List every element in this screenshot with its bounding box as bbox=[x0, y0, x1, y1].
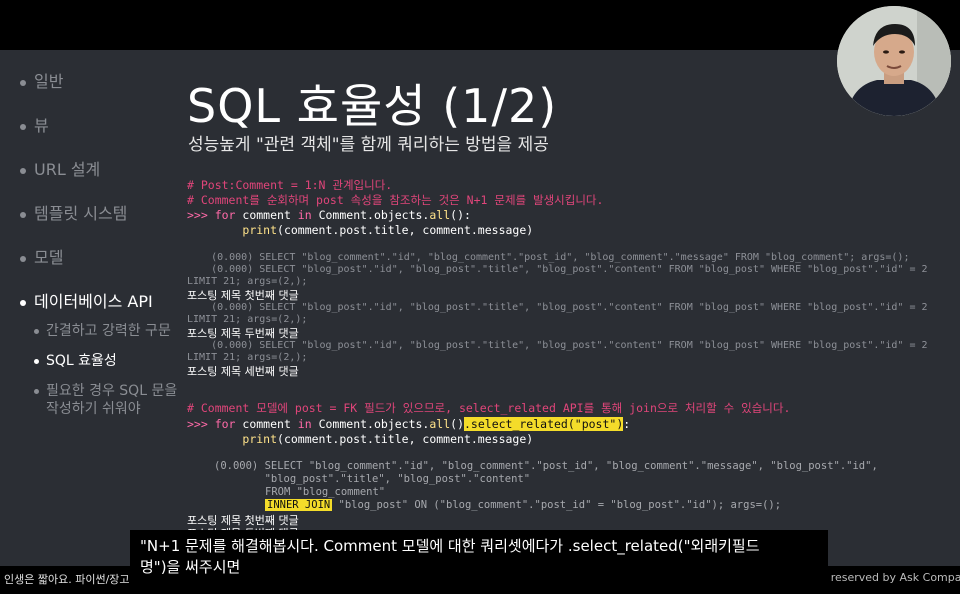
sidebar-subitem-label-line2: 작성하기 쉬워야 bbox=[46, 401, 141, 417]
sql-log-line: (0.000) SELECT "blog_post"."id", "blog_p… bbox=[187, 302, 928, 313]
page-subtitle: 성능높게 "관련 객체"를 함께 쿼리하는 방법을 제공 bbox=[188, 135, 549, 155]
code-comment-line: # Comment를 순회하며 post 속성을 참조하는 것은 N+1 문제를… bbox=[187, 193, 604, 207]
bullet-icon bbox=[20, 123, 26, 130]
sidebar-subitem-label: 간결하고 강력한 구문 bbox=[46, 323, 171, 339]
sidebar-item-label: 뷰 bbox=[34, 116, 49, 135]
bullet-icon bbox=[20, 211, 26, 218]
code-print-line: print(comment.post.title, comment.messag… bbox=[242, 432, 534, 446]
sidebar-item-label: 데이터베이스 API bbox=[34, 292, 153, 311]
bullet-icon bbox=[20, 299, 26, 306]
slide: 일반 뷰 URL 설계 템플릿 시스템 모델 데이터베이스 API 간결하고 강… bbox=[0, 50, 960, 572]
select-related-highlight: .select_related("post") bbox=[464, 417, 624, 431]
sidebar-subitem-concise-syntax[interactable]: 간결하고 강력한 구문 bbox=[34, 322, 171, 340]
bullet-icon bbox=[20, 167, 26, 174]
sidebar-subitem-raw-sql[interactable]: 필요한 경우 SQL 문을 작성하기 쉬워야 bbox=[34, 382, 177, 418]
sql-log-line: (0.000) SELECT "blog_comment"."id", "blo… bbox=[214, 460, 878, 472]
sql-log-line: INNER JOIN "blog_post" ON ("blog_comment… bbox=[265, 499, 782, 511]
top-bar bbox=[0, 0, 960, 50]
sql-log-line: (0.000) SELECT "blog_post"."id", "blog_p… bbox=[187, 340, 928, 351]
sql-log-line: FROM "blog_comment" bbox=[265, 486, 386, 498]
sidebar-item-label: URL 설계 bbox=[34, 160, 101, 179]
sidebar-subitem-sql-efficiency[interactable]: SQL 효율성 bbox=[34, 352, 117, 370]
sidebar-item-label: 모델 bbox=[34, 248, 64, 267]
sidebar-subitem-label: SQL 효율성 bbox=[46, 353, 117, 369]
presenter-avatar-icon bbox=[837, 6, 951, 116]
code-for-line: >>> for comment in Comment.objects.all()… bbox=[187, 208, 471, 222]
sidebar-item-label: 템플릿 시스템 bbox=[34, 204, 128, 223]
bullet-icon bbox=[34, 388, 39, 394]
sidebar-subitem-label-line1: 필요한 경우 SQL 문을 bbox=[46, 383, 178, 399]
sql-log-line: "blog_post"."title", "blog_post"."conten… bbox=[214, 473, 531, 485]
bullet-icon bbox=[20, 255, 26, 262]
sidebar-item-database-api[interactable]: 데이터베이스 API bbox=[20, 288, 153, 312]
output-line: 포스팅 제목 두번째 댓글 bbox=[187, 327, 299, 340]
sidebar-item-general[interactable]: 일반 bbox=[20, 68, 63, 92]
output-line: 포스팅 제목 첫번째 댓글 bbox=[187, 289, 299, 302]
sidebar-item-label: 일반 bbox=[34, 72, 64, 91]
caption-line: 명")을 써주시면 bbox=[140, 558, 241, 576]
sql-log-line: (0.000) SELECT "blog_post"."id", "blog_p… bbox=[187, 264, 928, 275]
sidebar-item-view[interactable]: 뷰 bbox=[20, 112, 49, 136]
subtitle-caption: "N+1 문제를 해결해봅시다. Comment 모델에 대한 쿼리셋에다가 .… bbox=[130, 530, 828, 588]
sql-log-line: (0.000) SELECT "blog_comment"."id", "blo… bbox=[187, 252, 910, 263]
bullet-icon bbox=[34, 328, 39, 334]
code-print-line: print(comment.post.title, comment.messag… bbox=[242, 223, 534, 237]
code-comment-line: # Comment 모델에 post = FK 필드가 있으므로, select… bbox=[187, 401, 791, 415]
sidebar-item-url-design[interactable]: URL 설계 bbox=[20, 156, 100, 180]
page-title: SQL 효율성 (1/2) bbox=[187, 79, 558, 133]
webcam-overlay bbox=[837, 6, 951, 116]
sidebar-item-model[interactable]: 모델 bbox=[20, 244, 63, 268]
output-line: 포스팅 제목 세번째 댓글 bbox=[187, 365, 299, 378]
code-for-line: >>> for comment in Comment.objects.all()… bbox=[187, 417, 631, 431]
bullet-icon bbox=[34, 358, 39, 364]
caption-line: "N+1 문제를 해결해봅시다. Comment 모델에 대한 쿼리셋에다가 .… bbox=[140, 537, 760, 555]
bullet-icon bbox=[20, 79, 26, 86]
sidebar-item-template-system[interactable]: 템플릿 시스템 bbox=[20, 200, 127, 224]
code-comment-line: # Post:Comment = 1:N 관계입니다. bbox=[187, 178, 393, 192]
inner-join-highlight: INNER JOIN bbox=[265, 499, 333, 511]
footer-left-text: 인생은 짧아요. 파이썬/장고를 bbox=[4, 573, 140, 586]
